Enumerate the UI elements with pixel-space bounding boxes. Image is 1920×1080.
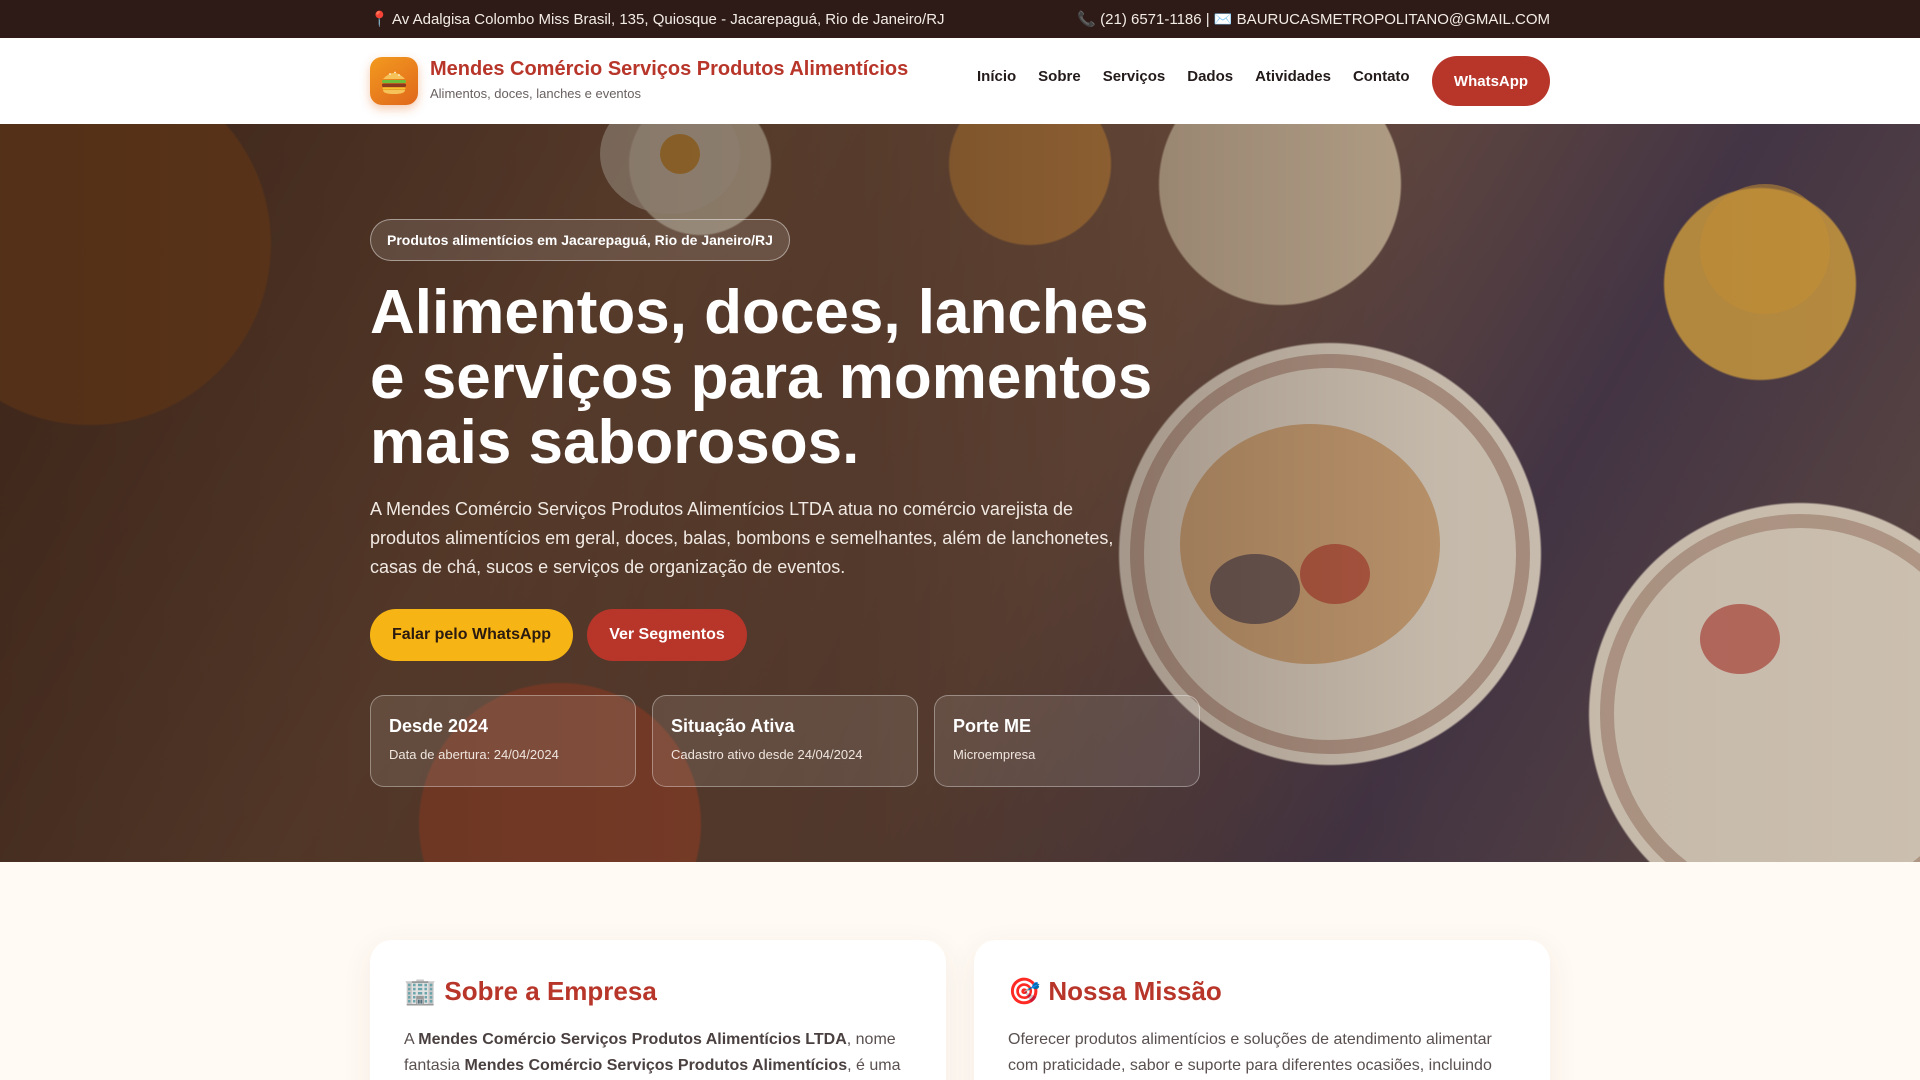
stat-subtitle: Cadastro ativo desde 24/04/2024 [671,747,863,762]
building-icon: 🏢 [404,976,437,1006]
nav-servicos[interactable]: Serviços [1103,66,1166,88]
address-info: 📍 Av Adalgisa Colombo Miss Brasil, 135, … [370,10,945,28]
hero-location-tag: Produtos alimentícios em Jacarepaguá, Ri… [370,219,790,261]
brand-tagline: Alimentos, doces, lanches e eventos [430,86,642,101]
nav-atividades[interactable]: Atividades [1255,66,1331,88]
mission-text: Oferecer produtos alimentícios e soluçõe… [1008,1031,1492,1074]
nav-dados[interactable]: Dados [1187,66,1233,88]
stat-title: Porte ME [953,716,1032,736]
stat-card-size: Porte ME Microempresa [934,695,1200,787]
nav-contato[interactable]: Contato [1353,66,1410,88]
burger-icon [382,71,406,94]
brand-name[interactable]: Mendes Comércio Serviços Produtos Alimen… [430,58,908,81]
whatsapp-cta-button[interactable]: Falar pelo WhatsApp [370,609,573,661]
logo[interactable] [370,57,418,105]
main-nav: Início Sobre Serviços Dados Atividades C… [977,66,1410,88]
contact-info: 📞 (21) 6571-1186 | ✉️ BAURUCASMETROPOLIT… [1077,10,1550,28]
nav-sobre[interactable]: Sobre [1038,66,1081,88]
address-text: 📍 Av Adalgisa Colombo Miss Brasil, 135, … [370,11,945,28]
segments-button[interactable]: Ver Segmentos [587,609,747,661]
hero-description: A Mendes Comércio Serviços Produtos Alim… [370,499,1114,577]
stat-title: Situação Ativa [671,716,795,736]
nav-inicio[interactable]: Início [977,66,1016,88]
contact-text[interactable]: 📞 (21) 6571-1186 | ✉️ BAURUCASMETROPOLIT… [1077,10,1550,28]
about-title: Sobre a Empresa [444,976,657,1006]
stat-card-since: Desde 2024 Data de abertura: 24/04/2024 [370,695,636,787]
stat-subtitle: Data de abertura: 24/04/2024 [389,747,559,762]
about-text: A Mendes Comércio Serviços Produtos Alim… [404,1031,901,1074]
about-heading: 🏢 Sobre a Empresa [404,976,912,1007]
hero-title: Alimentos, doces, lanches e serviços par… [370,278,1153,477]
stat-title: Desde 2024 [389,716,489,736]
whatsapp-header-button[interactable]: WhatsApp [1432,56,1550,106]
target-icon: 🎯 [1008,976,1041,1006]
mission-title: Nossa Missão [1048,976,1222,1006]
mission-card: 🎯 Nossa Missão Oferecer produtos aliment… [974,940,1550,1080]
about-card: 🏢 Sobre a Empresa A Mendes Comércio Serv… [370,940,946,1080]
mission-heading: 🎯 Nossa Missão [1008,976,1516,1007]
top-info-bar: 📍 Av Adalgisa Colombo Miss Brasil, 135, … [0,0,1920,38]
stat-card-status: Situação Ativa Cadastro ativo desde 24/0… [652,695,918,787]
hero-section: Produtos alimentícios em Jacarepaguá, Ri… [0,124,1920,862]
stat-subtitle: Microempresa [953,747,1036,762]
site-header: Mendes Comércio Serviços Produtos Alimen… [0,38,1920,124]
